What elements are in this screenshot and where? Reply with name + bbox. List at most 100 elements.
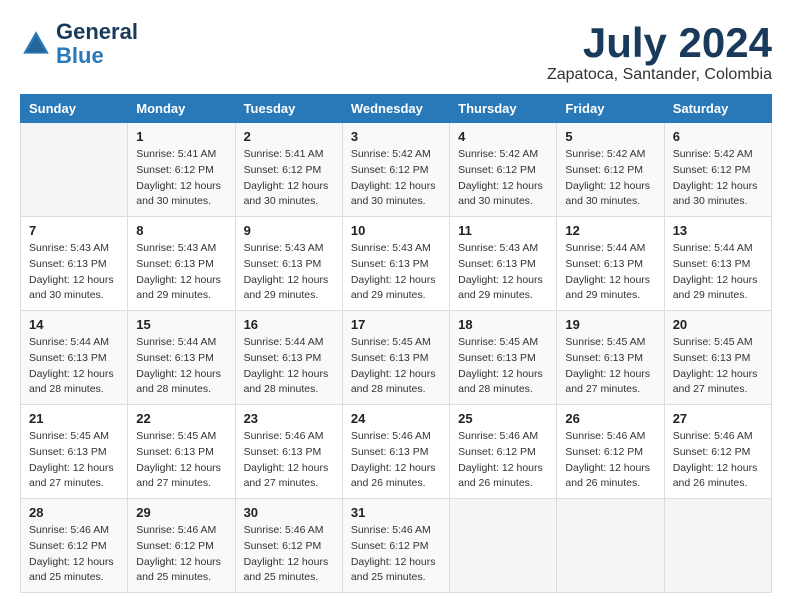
day-number: 12	[565, 223, 655, 238]
calendar-cell: 9 Sunrise: 5:43 AM Sunset: 6:13 PM Daylig…	[235, 217, 342, 311]
weekday-header-sunday: Sunday	[21, 95, 128, 123]
day-info: Sunrise: 5:43 AM Sunset: 6:13 PM Dayligh…	[458, 241, 548, 304]
day-info: Sunrise: 5:46 AM Sunset: 6:13 PM Dayligh…	[244, 429, 334, 492]
calendar-cell: 28 Sunrise: 5:46 AM Sunset: 6:12 PM Dayli…	[21, 499, 128, 593]
calendar-cell	[450, 499, 557, 593]
day-info: Sunrise: 5:46 AM Sunset: 6:12 PM Dayligh…	[565, 429, 655, 492]
day-number: 5	[565, 129, 655, 144]
calendar-cell: 15Sunrise: 5:44 AM Sunset: 6:13 PM Dayli…	[128, 311, 235, 405]
day-number: 18	[458, 317, 548, 332]
day-number: 25	[458, 411, 548, 426]
day-number: 28	[29, 505, 119, 520]
day-number: 9	[244, 223, 334, 238]
day-number: 14	[29, 317, 119, 332]
weekday-header-thursday: Thursday	[450, 95, 557, 123]
calendar-cell: 29Sunrise: 5:46 AM Sunset: 6:12 PM Dayli…	[128, 499, 235, 593]
calendar-cell: 14 Sunrise: 5:44 AM Sunset: 6:13 PM Dayli…	[21, 311, 128, 405]
day-info: Sunrise: 5:46 AM Sunset: 6:12 PM Dayligh…	[29, 523, 119, 586]
day-info: Sunrise: 5:43 AM Sunset: 6:13 PM Dayligh…	[244, 241, 334, 304]
calendar-cell: 8 Sunrise: 5:43 AM Sunset: 6:13 PM Daylig…	[128, 217, 235, 311]
day-info: Sunrise: 5:44 AM Sunset: 6:13 PM Dayligh…	[673, 241, 763, 304]
day-number: 22	[136, 411, 226, 426]
day-info: Sunrise: 5:46 AM Sunset: 6:12 PM Dayligh…	[458, 429, 548, 492]
calendar-cell: 25 Sunrise: 5:46 AM Sunset: 6:12 PM Dayli…	[450, 405, 557, 499]
day-number: 10	[351, 223, 441, 238]
calendar-cell: 26 Sunrise: 5:46 AM Sunset: 6:12 PM Dayli…	[557, 405, 664, 499]
day-info: Sunrise: 5:44 AM Sunset: 6:13 PM Dayligh…	[244, 335, 334, 398]
calendar-cell: 11Sunrise: 5:43 AM Sunset: 6:13 PM Dayli…	[450, 217, 557, 311]
calendar-cell: 20Sunrise: 5:45 AM Sunset: 6:13 PM Dayli…	[664, 311, 771, 405]
weekday-header-wednesday: Wednesday	[342, 95, 449, 123]
calendar-cell: 10Sunrise: 5:43 AM Sunset: 6:13 PM Dayli…	[342, 217, 449, 311]
day-number: 4	[458, 129, 548, 144]
day-info: Sunrise: 5:41 AM Sunset: 6:12 PM Dayligh…	[244, 147, 334, 210]
logo-text: General Blue	[56, 20, 138, 68]
day-info: Sunrise: 5:46 AM Sunset: 6:13 PM Dayligh…	[351, 429, 441, 492]
day-info: Sunrise: 5:46 AM Sunset: 6:12 PM Dayligh…	[244, 523, 334, 586]
day-info: Sunrise: 5:43 AM Sunset: 6:13 PM Dayligh…	[136, 241, 226, 304]
day-number: 19	[565, 317, 655, 332]
calendar-table: SundayMondayTuesdayWednesdayThursdayFrid…	[20, 94, 772, 593]
day-info: Sunrise: 5:42 AM Sunset: 6:12 PM Dayligh…	[673, 147, 763, 210]
logo: General Blue	[20, 20, 138, 68]
calendar-cell: 24 Sunrise: 5:46 AM Sunset: 6:13 PM Dayli…	[342, 405, 449, 499]
day-number: 1	[136, 129, 226, 144]
day-info: Sunrise: 5:42 AM Sunset: 6:12 PM Dayligh…	[351, 147, 441, 210]
calendar-cell: 21 Sunrise: 5:45 AM Sunset: 6:13 PM Dayli…	[21, 405, 128, 499]
day-number: 3	[351, 129, 441, 144]
day-info: Sunrise: 5:41 AM Sunset: 6:12 PM Dayligh…	[136, 147, 226, 210]
calendar-cell	[664, 499, 771, 593]
day-number: 6	[673, 129, 763, 144]
day-number: 13	[673, 223, 763, 238]
weekday-header-friday: Friday	[557, 95, 664, 123]
calendar-cell: 27Sunrise: 5:46 AM Sunset: 6:12 PM Dayli…	[664, 405, 771, 499]
weekday-header-monday: Monday	[128, 95, 235, 123]
logo-icon	[20, 28, 52, 60]
day-number: 16	[244, 317, 334, 332]
day-number: 26	[565, 411, 655, 426]
week-row-5: 28 Sunrise: 5:46 AM Sunset: 6:12 PM Dayli…	[21, 499, 772, 593]
day-info: Sunrise: 5:42 AM Sunset: 6:12 PM Dayligh…	[565, 147, 655, 210]
day-info: Sunrise: 5:44 AM Sunset: 6:13 PM Dayligh…	[29, 335, 119, 398]
day-number: 23	[244, 411, 334, 426]
calendar-cell: 23 Sunrise: 5:46 AM Sunset: 6:13 PM Dayli…	[235, 405, 342, 499]
day-number: 31	[351, 505, 441, 520]
day-info: Sunrise: 5:46 AM Sunset: 6:12 PM Dayligh…	[351, 523, 441, 586]
day-info: Sunrise: 5:46 AM Sunset: 6:12 PM Dayligh…	[673, 429, 763, 492]
week-row-4: 21 Sunrise: 5:45 AM Sunset: 6:13 PM Dayli…	[21, 405, 772, 499]
week-row-2: 7 Sunrise: 5:43 AM Sunset: 6:13 PM Daylig…	[21, 217, 772, 311]
day-number: 17	[351, 317, 441, 332]
weekday-header-saturday: Saturday	[664, 95, 771, 123]
day-info: Sunrise: 5:44 AM Sunset: 6:13 PM Dayligh…	[565, 241, 655, 304]
calendar-cell: 5 Sunrise: 5:42 AM Sunset: 6:12 PM Daylig…	[557, 123, 664, 217]
day-number: 8	[136, 223, 226, 238]
day-number: 24	[351, 411, 441, 426]
calendar-cell: 12 Sunrise: 5:44 AM Sunset: 6:13 PM Dayli…	[557, 217, 664, 311]
day-info: Sunrise: 5:45 AM Sunset: 6:13 PM Dayligh…	[673, 335, 763, 398]
calendar-cell: 22 Sunrise: 5:45 AM Sunset: 6:13 PM Dayli…	[128, 405, 235, 499]
logo-line1: General	[56, 20, 138, 44]
calendar-cell: 3 Sunrise: 5:42 AM Sunset: 6:12 PM Daylig…	[342, 123, 449, 217]
day-number: 2	[244, 129, 334, 144]
day-info: Sunrise: 5:42 AM Sunset: 6:12 PM Dayligh…	[458, 147, 548, 210]
calendar-cell: 1 Sunrise: 5:41 AM Sunset: 6:12 PM Daylig…	[128, 123, 235, 217]
calendar-cell: 17 Sunrise: 5:45 AM Sunset: 6:13 PM Dayli…	[342, 311, 449, 405]
weekday-header-tuesday: Tuesday	[235, 95, 342, 123]
title-area: July 2024 Zapatoca, Santander, Colombia	[547, 20, 772, 84]
day-info: Sunrise: 5:45 AM Sunset: 6:13 PM Dayligh…	[29, 429, 119, 492]
day-info: Sunrise: 5:45 AM Sunset: 6:13 PM Dayligh…	[458, 335, 548, 398]
day-info: Sunrise: 5:45 AM Sunset: 6:13 PM Dayligh…	[565, 335, 655, 398]
week-row-3: 14 Sunrise: 5:44 AM Sunset: 6:13 PM Dayli…	[21, 311, 772, 405]
logo-line2: Blue	[56, 44, 138, 68]
day-number: 21	[29, 411, 119, 426]
day-number: 7	[29, 223, 119, 238]
calendar-cell: 30Sunrise: 5:46 AM Sunset: 6:12 PM Dayli…	[235, 499, 342, 593]
day-info: Sunrise: 5:45 AM Sunset: 6:13 PM Dayligh…	[136, 429, 226, 492]
weekday-header-row: SundayMondayTuesdayWednesdayThursdayFrid…	[21, 95, 772, 123]
day-info: Sunrise: 5:46 AM Sunset: 6:12 PM Dayligh…	[136, 523, 226, 586]
location: Zapatoca, Santander, Colombia	[547, 66, 772, 84]
calendar-cell: 13 Sunrise: 5:44 AM Sunset: 6:13 PM Dayli…	[664, 217, 771, 311]
calendar-cell: 2 Sunrise: 5:41 AM Sunset: 6:12 PM Daylig…	[235, 123, 342, 217]
calendar-cell: 31 Sunrise: 5:46 AM Sunset: 6:12 PM Dayli…	[342, 499, 449, 593]
day-info: Sunrise: 5:45 AM Sunset: 6:13 PM Dayligh…	[351, 335, 441, 398]
